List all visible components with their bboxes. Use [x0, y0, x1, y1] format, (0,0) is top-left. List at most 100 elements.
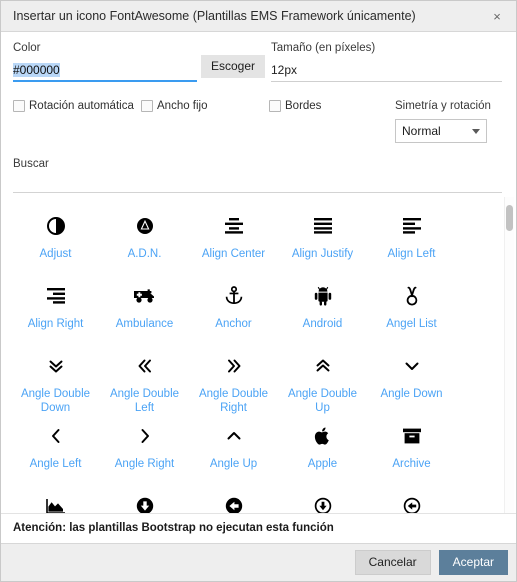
arrow-circle-o-left-icon: [402, 493, 422, 513]
icon-grid-container: Adjust A.D.N. Align Center Align Justify: [1, 197, 516, 514]
pick-color-button[interactable]: Escoger: [200, 55, 266, 79]
icon-item-area-chart[interactable]: [11, 487, 100, 513]
angle-down-icon: [403, 353, 421, 379]
chevron-down-icon: [472, 128, 480, 134]
align-center-icon: [223, 213, 245, 239]
color-input-value: #000000: [13, 63, 60, 77]
checkbox-box: [141, 100, 153, 112]
icon-label: Ambulance: [115, 318, 174, 330]
checkbox-borders[interactable]: Bordes: [269, 100, 395, 112]
icon-item-angle-double-right[interactable]: Angle Double Right: [189, 347, 278, 417]
adn-icon: [135, 213, 155, 239]
icon-item-angle-double-up[interactable]: Angle Double Up: [278, 347, 367, 417]
icon-item-apple[interactable]: Apple: [278, 417, 367, 487]
symmetry-select-value: Normal: [402, 124, 441, 138]
close-icon[interactable]: ×: [484, 4, 510, 28]
icon-item-angle-double-down[interactable]: Angle Double Down: [11, 347, 100, 417]
icon-label: A.D.N.: [127, 248, 162, 260]
icon-label: Apple: [307, 458, 338, 470]
icon-label: Align Left: [387, 248, 436, 260]
icon-label: Angle Double Right: [198, 388, 269, 414]
search-field-group: Buscar: [13, 158, 502, 197]
icon-item-arrow-circle-o-down[interactable]: [278, 487, 367, 513]
icon-grid-scrollbar[interactable]: [504, 197, 514, 513]
symmetry-field-group: Simetría y rotación Normal: [395, 100, 502, 143]
options-row: Rotación automática Ancho fijo Bordes Si…: [13, 100, 502, 143]
angle-double-left-icon: [136, 353, 154, 379]
size-input[interactable]: 12px: [271, 63, 502, 82]
align-justify-icon: [312, 213, 334, 239]
accept-button[interactable]: Aceptar: [438, 549, 508, 576]
icon-item-arrow-circle-down[interactable]: [100, 487, 189, 513]
size-field-group: Tamaño (en píxeles) 12px: [269, 42, 502, 82]
icon-label: Adjust: [39, 248, 72, 260]
icon-label: Android: [302, 318, 343, 330]
icon-label: Angle Up: [209, 458, 258, 470]
archive-icon: [402, 423, 422, 449]
android-icon: [314, 283, 332, 309]
icon-label: Align Center: [201, 248, 266, 260]
icon-item-align-center[interactable]: Align Center: [189, 207, 278, 277]
angle-right-icon: [136, 423, 154, 449]
adjust-icon: [46, 213, 66, 239]
icon-item-align-justify[interactable]: Align Justify: [278, 207, 367, 277]
icon-item-angle-right[interactable]: Angle Right: [100, 417, 189, 487]
apple-icon: [314, 423, 332, 449]
checkbox-fixed-width[interactable]: Ancho fijo: [141, 100, 269, 112]
checkbox-box: [13, 100, 25, 112]
arrow-circle-left-icon: [224, 493, 244, 513]
angellist-icon: [402, 283, 422, 309]
icon-label: Angle Double Left: [109, 388, 180, 414]
icon-item-angle-up[interactable]: Angle Up: [189, 417, 278, 487]
icon-label: Angel List: [386, 318, 437, 330]
icon-label: Angle Double Down: [20, 388, 91, 414]
insert-icon-dialog: Insertar un icono FontAwesome (Plantilla…: [0, 0, 517, 582]
icon-label: Angle Double Up: [287, 388, 358, 414]
color-size-row: Color #000000 Escoger Tamaño (en píxeles…: [13, 42, 502, 82]
dialog-footer: Cancelar Aceptar: [1, 543, 516, 581]
angle-up-icon: [225, 423, 243, 449]
cancel-button[interactable]: Cancelar: [354, 549, 431, 576]
arrow-circle-o-down-icon: [313, 493, 333, 513]
icon-label: Archive: [392, 458, 431, 470]
icon-item-align-right[interactable]: Align Right: [11, 277, 100, 347]
anchor-icon: [224, 283, 244, 309]
symmetry-label: Simetría y rotación: [395, 100, 491, 112]
checkbox-auto-rotate-label: Rotación automática: [29, 100, 134, 112]
search-input[interactable]: [13, 192, 502, 193]
angle-left-icon: [47, 423, 65, 449]
icon-item-angellist[interactable]: Angel List: [367, 277, 456, 347]
icon-item-android[interactable]: Android: [278, 277, 367, 347]
angle-double-up-icon: [314, 353, 332, 379]
icon-item-anchor[interactable]: Anchor: [189, 277, 278, 347]
checkbox-fixed-width-label: Ancho fijo: [157, 100, 208, 112]
icon-item-arrow-circle-o-left[interactable]: [367, 487, 456, 513]
icon-item-arrow-circle-left[interactable]: [189, 487, 278, 513]
icon-item-archive[interactable]: Archive: [367, 417, 456, 487]
arrow-circle-down-icon: [135, 493, 155, 513]
icon-item-align-left[interactable]: Align Left: [367, 207, 456, 277]
scrollbar-thumb[interactable]: [506, 205, 513, 231]
icon-item-ambulance[interactable]: Ambulance: [100, 277, 189, 347]
checkbox-box: [269, 100, 281, 112]
icon-grid: Adjust A.D.N. Align Center Align Justify: [1, 197, 516, 513]
symmetry-select[interactable]: Normal: [395, 119, 487, 143]
icon-label: Anchor: [215, 318, 252, 330]
color-input[interactable]: #000000: [13, 63, 197, 82]
icon-item-adjust[interactable]: Adjust: [11, 207, 100, 277]
icon-label: Angle Left: [29, 458, 82, 470]
icon-item-angle-down[interactable]: Angle Down: [367, 347, 456, 417]
align-left-icon: [401, 213, 423, 239]
dialog-title: Insertar un icono FontAwesome (Plantilla…: [13, 9, 416, 23]
icon-item-angle-double-left[interactable]: Angle Double Left: [100, 347, 189, 417]
size-label: Tamaño (en píxeles): [271, 42, 376, 54]
icon-label: Angle Right: [114, 458, 175, 470]
angle-double-right-icon: [225, 353, 243, 379]
color-label: Color: [13, 42, 41, 54]
checkbox-auto-rotate[interactable]: Rotación automática: [13, 100, 141, 112]
ambulance-icon: [133, 283, 157, 309]
warning-text: Atención: las plantillas Bootstrap no ej…: [1, 514, 516, 543]
area-chart-icon: [45, 493, 67, 513]
icon-item-adn[interactable]: A.D.N.: [100, 207, 189, 277]
icon-item-angle-left[interactable]: Angle Left: [11, 417, 100, 487]
